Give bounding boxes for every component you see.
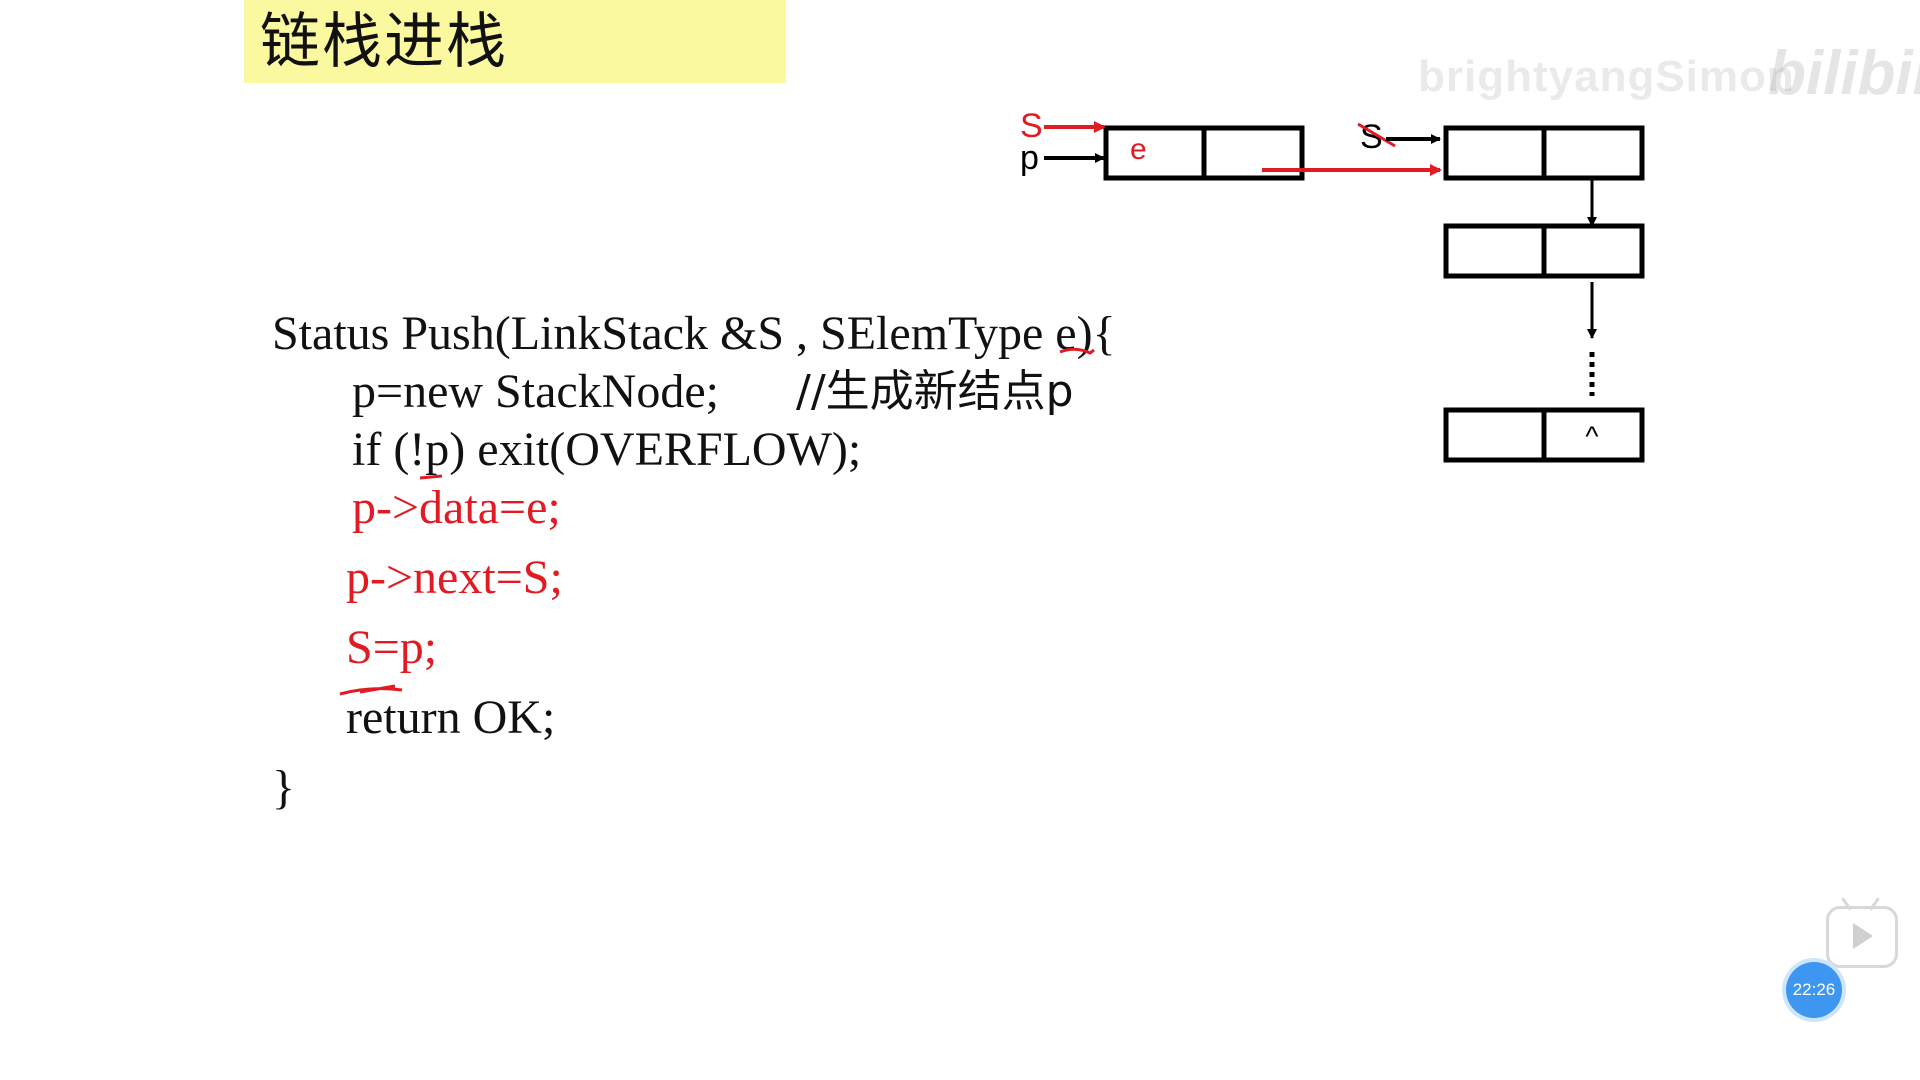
slide: 链栈进栈 Status Push(LinkStack &S , SElemTyp… — [0, 0, 1920, 1080]
bilibili-logo-watermark: bilibili — [1768, 39, 1920, 108]
code-line-new-node: p=new StackNode; — [352, 365, 719, 418]
uploader-watermark: brightyangSimon — [1418, 52, 1795, 101]
stack-node-bottom — [1443, 407, 1645, 463]
slide-title: 链栈进栈 — [260, 7, 508, 77]
new-node-data: e — [1130, 133, 1147, 166]
tv-ear-left — [1841, 897, 1852, 911]
stack-node-1 — [1443, 125, 1645, 181]
tv-ear-right — [1869, 897, 1880, 911]
play-icon — [1853, 923, 1873, 949]
pointer-label-S-old: S — [1360, 118, 1383, 156]
code-line-overflow-check: if (!p) exit(OVERFLOW); — [352, 423, 862, 476]
code-comment: //生成新结点p — [796, 366, 1074, 417]
code-line-set-data: p->data=e; — [352, 481, 561, 534]
null-marker: ^ — [1585, 420, 1598, 451]
pointer-label-S-new: S — [1020, 107, 1043, 145]
code-line-signature: Status Push(LinkStack &S , SElemType e){ — [272, 307, 1116, 360]
pointer-label-p: p — [1020, 139, 1039, 177]
strike-S-old — [1357, 122, 1396, 148]
tv-play-button[interactable] — [1826, 897, 1898, 968]
timestamp-badge[interactable]: 22:26 — [1786, 962, 1842, 1018]
code-line-update-top: S=p; — [346, 621, 438, 674]
code-line-return: return OK; — [346, 691, 556, 744]
code-line-close-brace: } — [272, 761, 296, 814]
linked-stack-diagram: e S p S ^ — [339, 107, 1645, 696]
code-line-set-next: p->next=S; — [346, 551, 563, 604]
title-box: 链栈进栈 — [244, 0, 786, 83]
stack-node-2 — [1443, 223, 1645, 279]
new-node — [1103, 125, 1305, 181]
